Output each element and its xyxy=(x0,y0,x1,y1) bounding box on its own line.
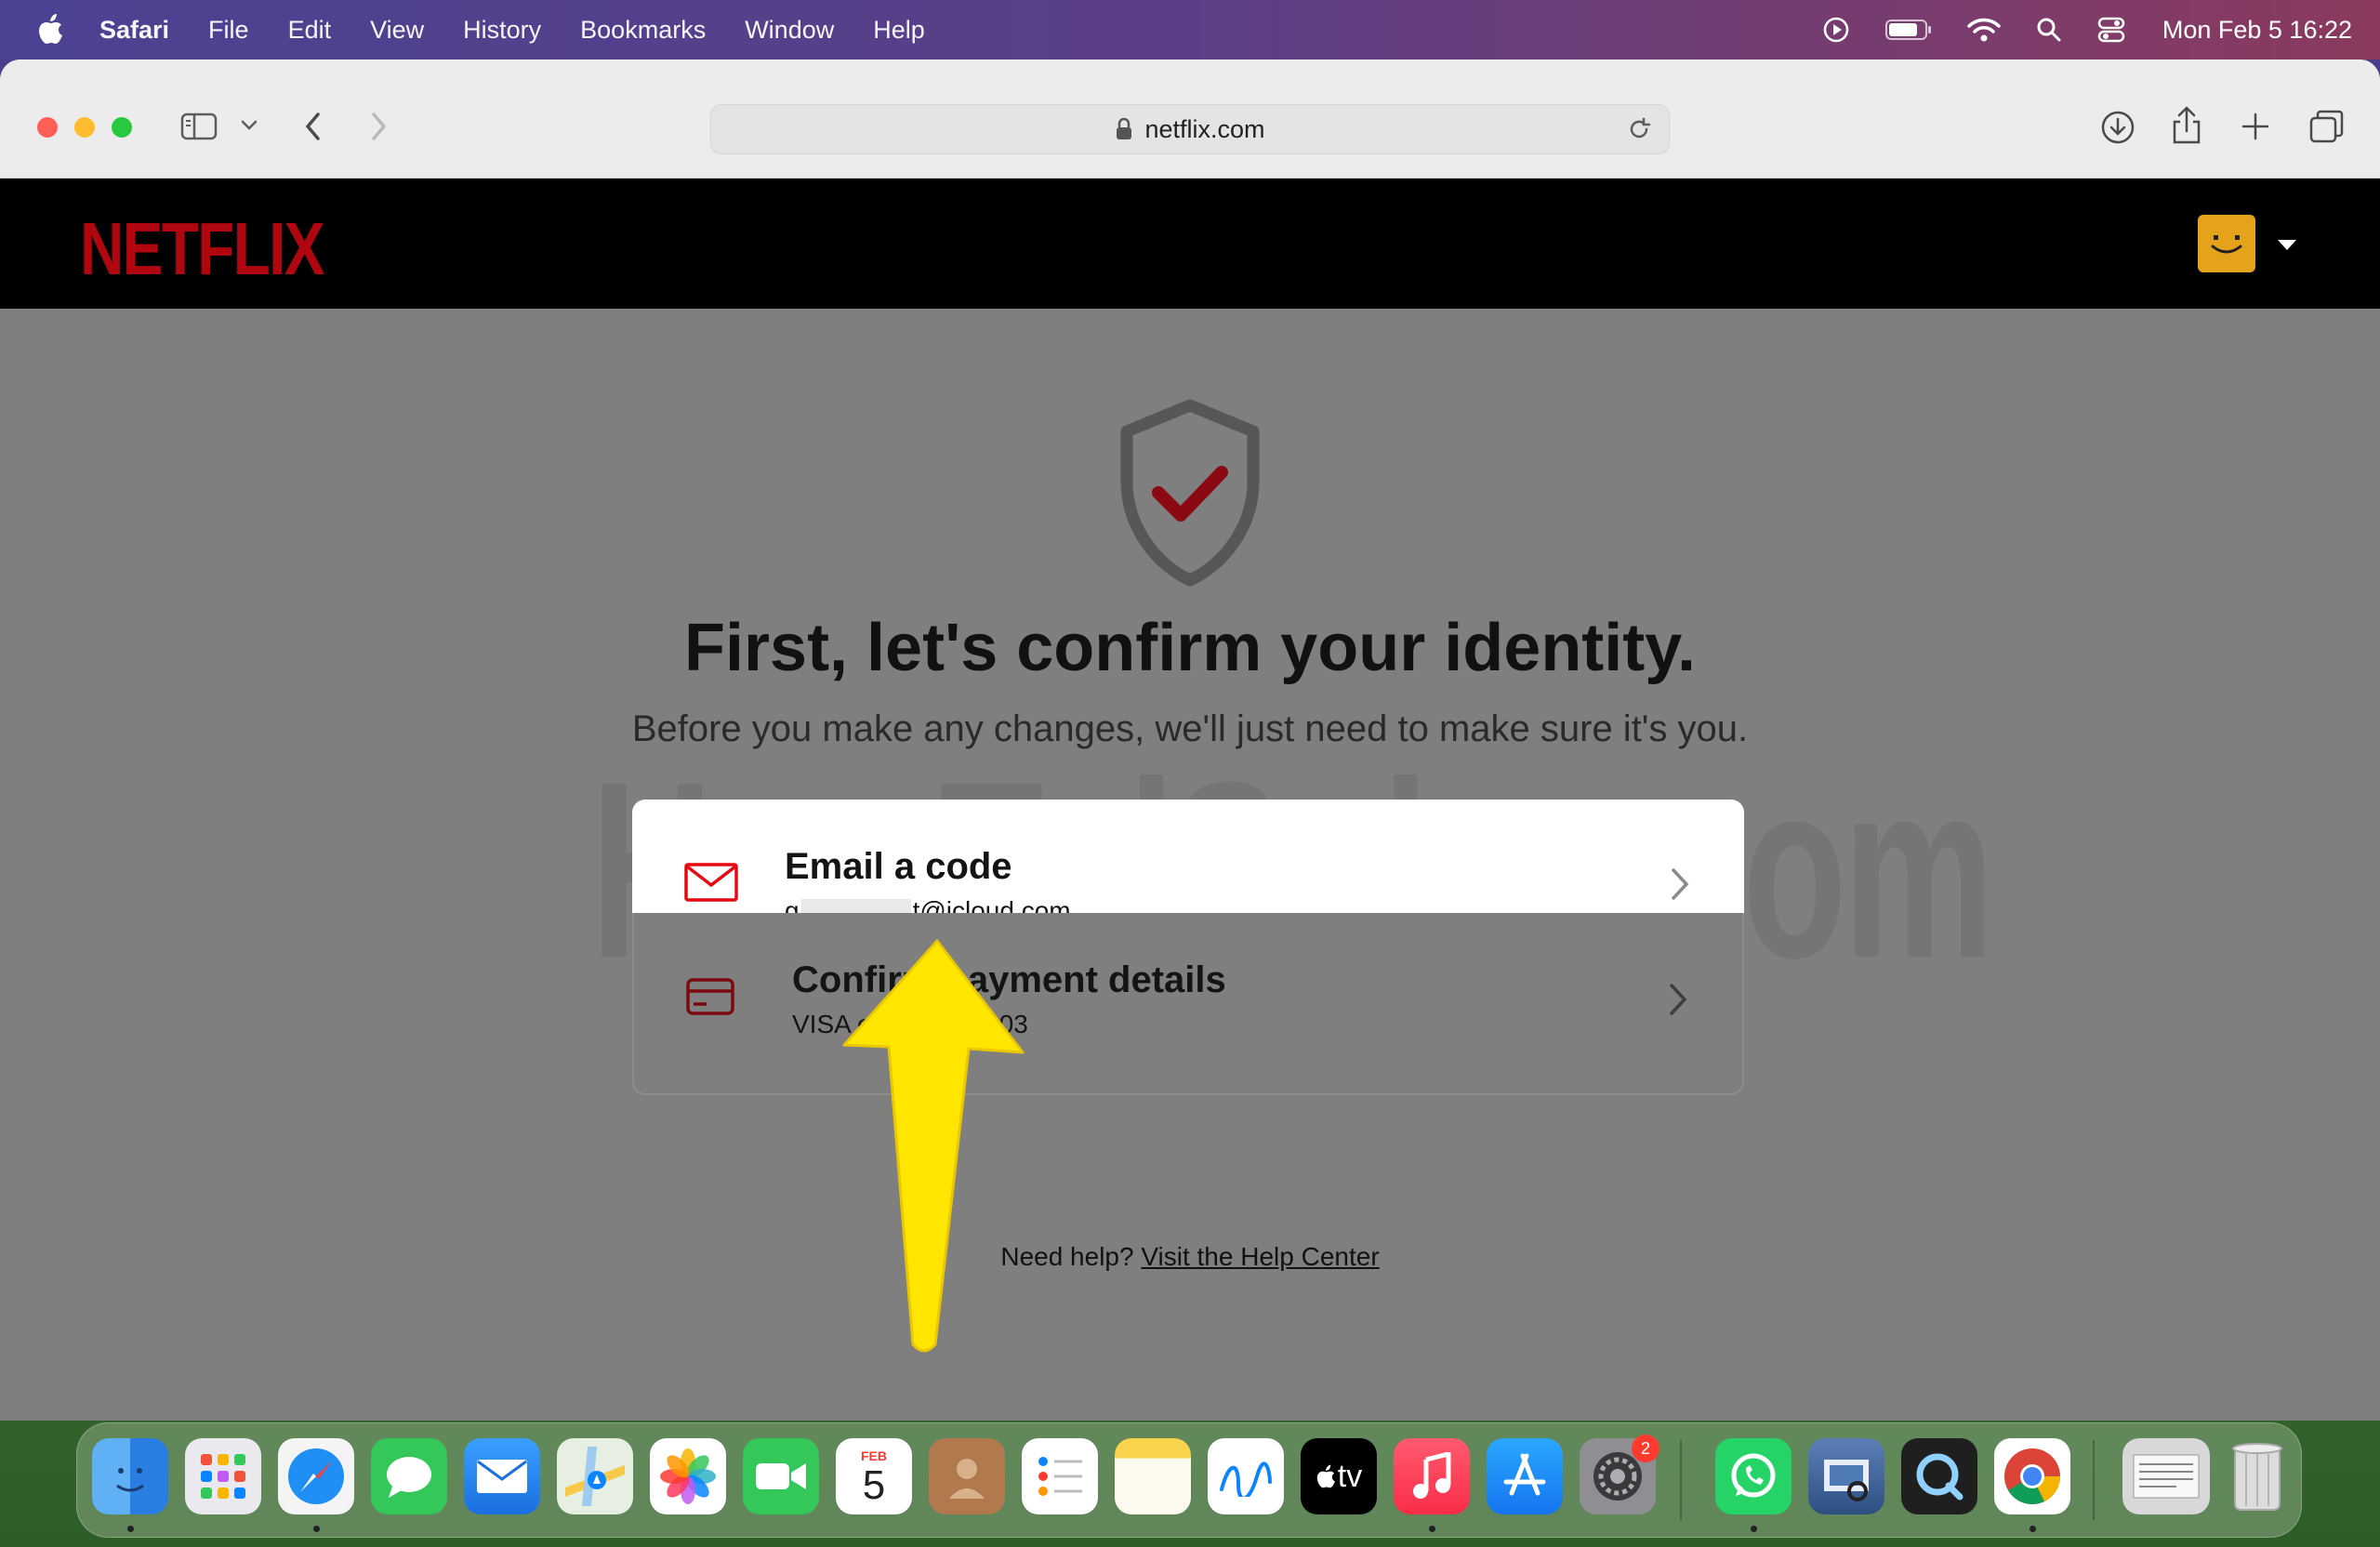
menu-bookmarks[interactable]: Bookmarks xyxy=(580,16,706,45)
macos-dock: FEB 5 tv 2 xyxy=(76,1422,2302,1538)
help-line: Need help? Visit the Help Center xyxy=(0,1242,2380,1272)
system-settings-app-icon[interactable]: 2 xyxy=(1580,1435,1659,1514)
page-subtitle: Before you make any changes, we'll just … xyxy=(631,708,1749,749)
freeform-app-icon[interactable] xyxy=(1208,1438,1284,1514)
now-playing-icon[interactable] xyxy=(1822,16,1850,44)
zoom-window-button[interactable] xyxy=(112,117,132,138)
chrome-app-icon[interactable] xyxy=(1994,1438,2070,1514)
email-option-title: Email a code xyxy=(785,846,1012,887)
whatsapp-running-dot xyxy=(1751,1526,1757,1532)
profile-menu-caret-icon[interactable] xyxy=(2278,240,2296,250)
menu-window[interactable]: Window xyxy=(745,16,834,45)
chevron-right-icon xyxy=(1670,866,1690,906)
tab-group-chevron-down-icon[interactable] xyxy=(240,119,258,132)
notes-app-icon[interactable] xyxy=(1115,1438,1191,1514)
preview-app-icon[interactable] xyxy=(1808,1438,1884,1514)
page-title: First, let's confirm your identity. xyxy=(684,611,1696,685)
whatsapp-app-icon[interactable] xyxy=(1715,1438,1792,1514)
calendar-app-icon[interactable]: FEB 5 xyxy=(836,1438,912,1514)
music-running-dot xyxy=(1429,1526,1435,1532)
safari-window: netflix.com NETFLIX HowToiSolve.com xyxy=(0,60,2380,1421)
back-button-icon[interactable] xyxy=(301,110,325,143)
envelope-icon xyxy=(684,863,738,902)
chevron-right-icon xyxy=(1668,982,1688,1022)
credit-card-icon xyxy=(686,978,734,1015)
reload-icon[interactable] xyxy=(1626,116,1652,149)
tab-overview-icon[interactable] xyxy=(2309,110,2345,143)
settings-notification-badge: 2 xyxy=(1632,1435,1659,1462)
menu-bar-clock[interactable]: Mon Feb 5 16:22 xyxy=(2162,16,2352,45)
facetime-app-icon[interactable] xyxy=(743,1438,819,1514)
reminders-app-icon[interactable] xyxy=(1022,1438,1098,1514)
contacts-app-icon[interactable] xyxy=(929,1438,1005,1514)
menu-app-name[interactable]: Safari xyxy=(99,16,169,45)
safari-running-dot xyxy=(313,1526,320,1532)
help-text: Need help? xyxy=(1000,1242,1134,1271)
safari-app-icon[interactable] xyxy=(278,1438,354,1514)
shield-check-icon xyxy=(1120,399,1260,587)
menu-history[interactable]: History xyxy=(463,16,541,45)
finder-app-icon[interactable] xyxy=(92,1438,168,1514)
menu-file[interactable]: File xyxy=(208,16,249,45)
menu-edit[interactable]: Edit xyxy=(288,16,332,45)
app-store-app-icon[interactable] xyxy=(1487,1438,1563,1514)
apple-tv-label: tv xyxy=(1337,1458,1363,1494)
finder-running-dot xyxy=(127,1526,134,1532)
maps-app-icon[interactable] xyxy=(557,1438,633,1514)
payment-option-detail: VISA ending in 2003 xyxy=(792,1010,1028,1038)
netflix-logo[interactable]: NETFLIX xyxy=(80,206,324,292)
mail-app-icon[interactable] xyxy=(464,1438,540,1514)
close-window-button[interactable] xyxy=(37,117,58,138)
apple-tv-app-icon[interactable]: tv xyxy=(1301,1438,1377,1514)
macos-menu-bar: Safari File Edit View History Bookmarks … xyxy=(0,0,2380,60)
calendar-day: 5 xyxy=(862,1462,886,1508)
menu-help[interactable]: Help xyxy=(873,16,925,45)
launchpad-app-icon[interactable] xyxy=(185,1438,261,1514)
safari-toolbar: netflix.com xyxy=(0,60,2380,178)
spotlight-search-icon[interactable] xyxy=(2036,17,2062,43)
wifi-icon[interactable] xyxy=(1967,17,2001,43)
sidebar-toggle-icon[interactable] xyxy=(180,112,218,141)
quicktime-app-icon[interactable] xyxy=(1901,1438,1977,1514)
battery-icon[interactable] xyxy=(1884,19,1932,41)
chrome-running-dot xyxy=(2030,1526,2036,1532)
messages-app-icon[interactable] xyxy=(371,1438,447,1514)
url-text: netflix.com xyxy=(1144,114,1265,143)
downloads-stack-icon[interactable] xyxy=(2122,1438,2210,1514)
music-app-icon[interactable] xyxy=(1394,1438,1470,1514)
menu-view[interactable]: View xyxy=(370,16,424,45)
dock-separator xyxy=(1680,1440,1682,1520)
payment-option-title: Confirm payment details xyxy=(792,959,1226,1000)
photos-app-icon[interactable] xyxy=(650,1438,726,1514)
forward-button-icon[interactable] xyxy=(366,110,390,143)
new-tab-plus-icon[interactable] xyxy=(2241,112,2270,141)
calendar-month: FEB xyxy=(861,1448,887,1463)
dock-separator xyxy=(2093,1440,2095,1520)
trash-icon[interactable] xyxy=(2219,1438,2295,1514)
address-bar[interactable]: netflix.com xyxy=(710,104,1670,154)
control-center-icon[interactable] xyxy=(2097,17,2125,43)
minimize-window-button[interactable] xyxy=(74,117,95,138)
confirm-payment-option[interactable]: Confirm payment details VISA ending in 2… xyxy=(632,913,1744,1095)
netflix-page: NETFLIX HowToiSolve.com First, let's con… xyxy=(0,178,2380,1421)
share-icon[interactable] xyxy=(2170,106,2203,145)
help-center-link[interactable]: Visit the Help Center xyxy=(1141,1242,1379,1271)
profile-avatar[interactable] xyxy=(2198,215,2255,272)
lock-icon xyxy=(1115,117,1133,141)
netflix-header: NETFLIX xyxy=(0,178,2380,309)
downloads-icon[interactable] xyxy=(2100,110,2135,145)
apple-logo-icon[interactable] xyxy=(37,13,63,45)
